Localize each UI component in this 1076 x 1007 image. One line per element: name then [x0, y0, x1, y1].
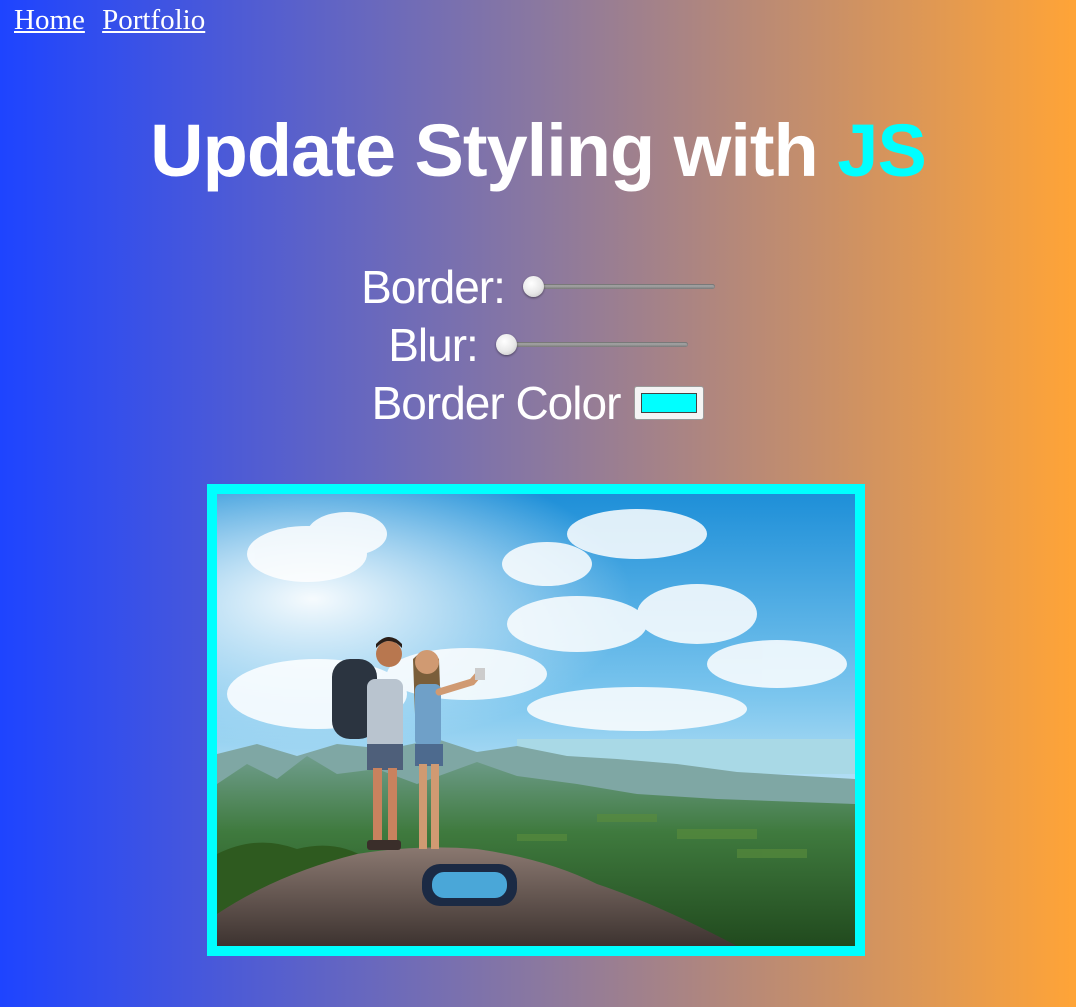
border-color-swatch[interactable] [641, 393, 698, 413]
nav-link-portfolio[interactable]: Portfolio [102, 4, 205, 36]
page-title-highlight: JS [837, 109, 927, 192]
hikers-photo-image [217, 494, 855, 946]
page-title-main: Update Styling with [150, 109, 819, 192]
border-slider-track[interactable] [522, 284, 715, 289]
blur-slider[interactable] [495, 334, 688, 356]
border-slider-thumb[interactable] [522, 276, 544, 297]
border-row: Border: [0, 258, 1076, 316]
blur-label: Blur: [388, 319, 479, 371]
color-row: Border Color [0, 374, 1076, 432]
page-title: Update Styling with JS [0, 108, 1076, 193]
border-slider[interactable] [522, 276, 715, 298]
nav-link-home[interactable]: Home [14, 4, 85, 36]
blur-slider-thumb[interactable] [495, 334, 517, 355]
top-nav: Home Portfolio [14, 4, 215, 37]
blur-slider-track[interactable] [495, 342, 688, 347]
border-label: Border: [361, 261, 506, 313]
controls-panel: Border: Blur: Border Color [0, 258, 1076, 432]
hikers-photo [207, 484, 865, 956]
border-color-label: Border Color [371, 377, 622, 429]
blur-row: Blur: [0, 316, 1076, 374]
border-color-picker[interactable] [634, 386, 705, 420]
